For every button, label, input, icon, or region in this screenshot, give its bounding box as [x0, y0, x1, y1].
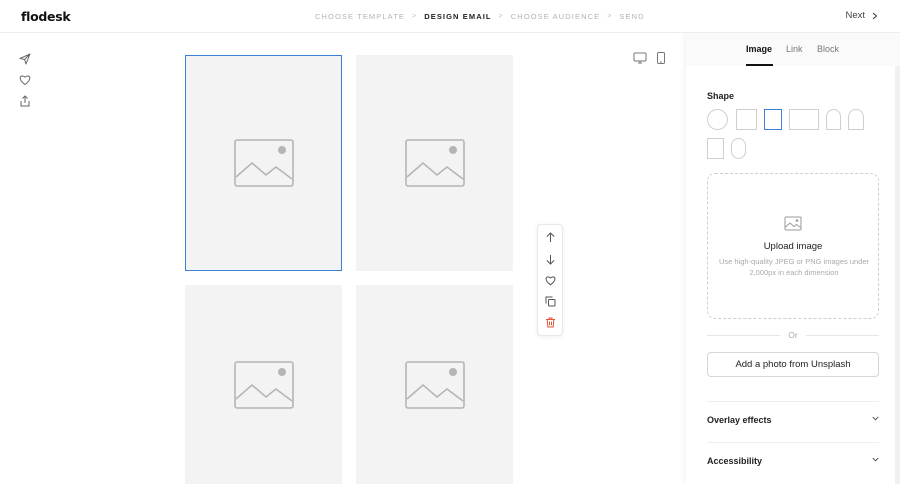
accessibility-accordion[interactable]: Accessibility — [707, 454, 879, 470]
divider — [707, 442, 879, 443]
send-icon[interactable] — [19, 53, 31, 65]
shape-pill[interactable] — [731, 138, 746, 159]
panel-tabs: Image Link Block — [686, 33, 900, 66]
canvas-side-area — [527, 33, 687, 484]
accessibility-label: Accessibility — [707, 456, 763, 466]
image-block[interactable] — [185, 55, 342, 271]
shape-arch[interactable] — [848, 109, 864, 130]
upload-description: Use high-quality JPEG or PNG images unde… — [718, 257, 870, 277]
arrow-up-icon[interactable] — [545, 232, 556, 243]
image-placeholder-icon — [233, 360, 294, 409]
trash-icon[interactable] — [545, 317, 556, 328]
email-canvas — [170, 33, 527, 484]
divider — [707, 401, 879, 402]
chevron-down-icon — [872, 457, 879, 462]
share-icon[interactable] — [19, 95, 31, 107]
flodesk-logo[interactable]: flodesk — [21, 9, 71, 24]
divider — [806, 335, 879, 336]
image-placeholder-icon — [233, 139, 294, 187]
shape-square[interactable] — [736, 109, 757, 130]
shape-tall-rectangle[interactable] — [707, 138, 724, 159]
image-icon — [784, 216, 802, 231]
shape-landscape[interactable] — [789, 109, 819, 130]
step-design-email[interactable]: DESIGN EMAIL — [424, 12, 491, 21]
duplicate-icon[interactable] — [545, 296, 556, 307]
image-block[interactable] — [356, 55, 513, 271]
left-rail — [0, 33, 170, 484]
step-breadcrumb: CHOOSE TEMPLATE > DESIGN EMAIL > CHOOSE … — [315, 12, 645, 21]
next-button[interactable]: Next — [845, 10, 878, 21]
chevron-down-icon — [872, 416, 879, 421]
shape-label: Shape — [707, 91, 735, 101]
shape-circle[interactable] — [707, 109, 728, 130]
tab-link[interactable]: Link — [786, 44, 803, 54]
upload-title: Upload image — [763, 241, 823, 252]
overlay-effects-accordion[interactable]: Overlay effects — [707, 413, 879, 429]
chevron-right-icon: > — [498, 13, 504, 20]
step-choose-audience[interactable]: CHOOSE AUDIENCE — [511, 12, 600, 21]
tab-image[interactable]: Image — [746, 44, 772, 54]
top-bar: flodesk CHOOSE TEMPLATE > DESIGN EMAIL >… — [0, 0, 900, 33]
step-send[interactable]: SEND — [619, 12, 644, 21]
image-block[interactable] — [185, 285, 342, 484]
overlay-effects-label: Overlay effects — [707, 415, 772, 425]
shape-portrait[interactable] — [764, 109, 782, 130]
heart-icon[interactable] — [19, 74, 31, 86]
image-block[interactable] — [356, 285, 513, 484]
tab-block[interactable]: Block — [817, 44, 839, 54]
heart-icon[interactable] — [545, 275, 556, 286]
chevron-right-icon — [872, 12, 878, 19]
mobile-icon[interactable] — [654, 52, 668, 64]
next-label: Next — [845, 10, 865, 21]
chevron-right-icon: > — [412, 13, 418, 20]
image-placeholder-icon — [404, 139, 465, 187]
image-settings-panel: Image Link Block Shape Upload image Use … — [686, 33, 900, 484]
arrow-down-icon[interactable] — [545, 254, 556, 265]
chevron-right-icon: > — [607, 13, 613, 20]
shape-arch-narrow[interactable] — [826, 109, 841, 130]
add-unsplash-photo-button[interactable]: Add a photo from Unsplash — [707, 352, 879, 377]
step-choose-template[interactable]: CHOOSE TEMPLATE — [315, 12, 405, 21]
image-placeholder-icon — [404, 360, 465, 409]
desktop-icon[interactable] — [633, 52, 647, 64]
block-toolbar — [537, 224, 563, 336]
panel-scrollbar[interactable] — [895, 66, 900, 484]
upload-dropzone[interactable]: Upload image Use high-quality JPEG or PN… — [707, 173, 879, 319]
